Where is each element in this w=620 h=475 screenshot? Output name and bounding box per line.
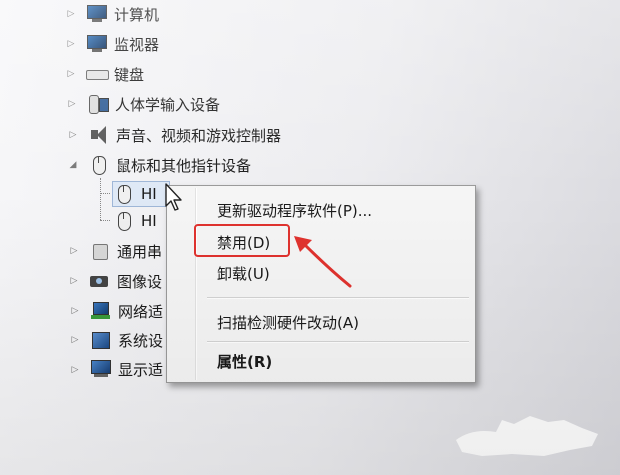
expand-arrow-icon[interactable]: ▷ [69, 245, 79, 257]
tree-item-computer[interactable]: 计算机 [86, 2, 159, 26]
tree-item-label: 监视器 [114, 35, 160, 54]
hid-icon [87, 94, 109, 114]
annotation-highlight-box [194, 224, 290, 257]
menu-separator [207, 297, 469, 299]
menu-gutter [195, 188, 197, 380]
expand-arrow-icon[interactable]: ▷ [66, 68, 76, 80]
expand-arrow-icon[interactable]: ▷ [68, 129, 78, 141]
tree-item-usb[interactable]: 通用串 [89, 239, 162, 263]
tree-item-system[interactable]: 系统设 [90, 328, 163, 352]
tree-item-label: 网络适 [118, 302, 164, 321]
tree-item-label: 显示适 [118, 360, 164, 379]
tree-item-network[interactable]: 网络适 [90, 299, 163, 323]
system-icon [90, 330, 112, 350]
menu-item-uninstall[interactable]: 卸载(U) [217, 260, 270, 286]
mouse-cursor-icon [165, 183, 182, 211]
tree-item-label: 鼠标和其他指针设备 [116, 156, 252, 175]
tree-item-label: 键盘 [114, 65, 145, 84]
watermark-blur [456, 416, 598, 456]
monitor-icon [86, 34, 108, 54]
expand-arrow-icon[interactable]: ▷ [67, 98, 77, 110]
expand-arrow-icon[interactable]: ▷ [70, 305, 80, 317]
camera-icon [89, 271, 111, 291]
tree-item-label: HI [141, 212, 157, 230]
menu-item-label: 属性(R) [217, 352, 273, 371]
menu-item-scan-hardware[interactable]: 扫描检测硬件改动(A) [217, 309, 359, 335]
menu-item-label: 卸载(U) [217, 264, 270, 283]
tree-item-mice[interactable]: 鼠标和其他指针设备 [88, 153, 251, 177]
mouse-icon [113, 184, 135, 204]
computer-icon [86, 4, 108, 24]
expand-arrow-icon[interactable]: ▷ [70, 364, 80, 376]
tree-item-sound[interactable]: 声音、视频和游戏控制器 [88, 123, 281, 147]
tree-item-keyboards[interactable]: 键盘 [86, 62, 144, 86]
tree-item-label: 通用串 [117, 242, 163, 261]
expand-arrow-icon[interactable]: ▷ [70, 334, 80, 346]
tree-item-hid-mouse[interactable]: HI [112, 181, 170, 207]
mouse-icon [88, 155, 110, 175]
tree-item-label: HI [141, 185, 157, 203]
expand-arrow-icon[interactable]: ▷ [66, 8, 76, 20]
display-icon [90, 359, 112, 379]
menu-item-label: 扫描检测硬件改动(A) [217, 313, 359, 332]
tree-item-display[interactable]: 显示适 [90, 357, 163, 381]
speaker-icon [88, 125, 110, 145]
tree-connector [100, 178, 101, 220]
mouse-icon [113, 211, 135, 231]
usb-icon [89, 241, 111, 261]
menu-item-update-driver[interactable]: 更新驱动程序软件(P)... [217, 197, 372, 223]
menu-item-properties[interactable]: 属性(R) [217, 348, 272, 374]
expand-arrow-icon[interactable]: ▷ [66, 38, 76, 50]
collapse-arrow-icon[interactable]: ◢ [68, 159, 78, 171]
menu-separator [207, 341, 469, 343]
tree-item-hid-mouse[interactable]: HI [113, 209, 157, 233]
tree-connector [100, 193, 110, 194]
tree-item-label: 系统设 [118, 331, 164, 350]
network-icon [90, 301, 112, 321]
tree-item-label: 声音、视频和游戏控制器 [116, 126, 282, 145]
expand-arrow-icon[interactable]: ▷ [69, 275, 79, 287]
tree-item-hid[interactable]: 人体学输入设备 [87, 92, 220, 116]
annotation-arrow-icon [294, 236, 352, 288]
menu-item-label: 更新驱动程序软件(P)... [217, 201, 373, 220]
tree-item-label: 图像设 [117, 272, 163, 291]
tree-item-label: 人体学输入设备 [115, 95, 221, 114]
tree-connector [100, 220, 110, 221]
tree-item-imaging[interactable]: 图像设 [89, 269, 162, 293]
keyboard-icon [86, 64, 109, 84]
tree-item-monitors[interactable]: 监视器 [86, 32, 159, 56]
tree-item-label: 计算机 [114, 5, 160, 24]
